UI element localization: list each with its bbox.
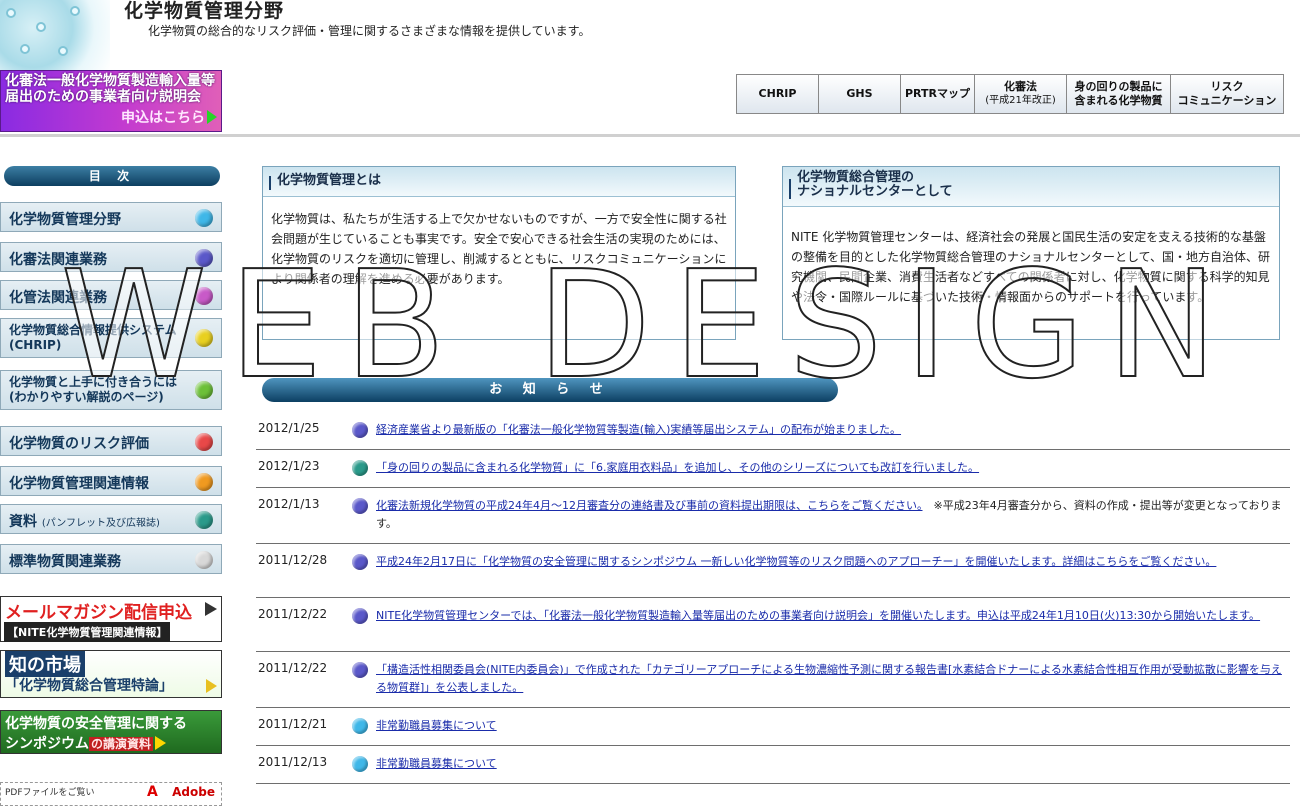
about-box: 化学物質管理とは 化学物質は、私たちが生活する上で欠かせないものですが、一方で安… — [262, 166, 736, 340]
news-item: 2011/12/13 非常勤職員募集について — [256, 752, 1290, 784]
news-item: 2012/1/23 「身の回りの製品に含まれる化学物質」に「6.家庭用衣料品」を追… — [256, 456, 1290, 488]
news-link[interactable]: 非常勤職員募集について — [376, 757, 497, 770]
ball-icon — [195, 551, 213, 569]
sidebar-item-kashinho[interactable]: 化審法関連業務 — [0, 242, 222, 272]
news-date: 2012/1/25 — [258, 421, 320, 435]
news-header: お 知 ら せ — [262, 378, 838, 402]
tab-risk-communication[interactable]: リスク コミュニケーション — [1171, 75, 1283, 113]
symposium-banner[interactable]: 化学物質の安全管理に関する シンポジウム の講演資料 — [0, 710, 222, 754]
news-link[interactable]: 非常勤職員募集について — [376, 719, 497, 732]
news-item: 2012/1/13 化審法新規化学物質の平成24年4月～12月審査分の連絡書及び事… — [256, 494, 1290, 544]
ball-icon — [195, 433, 213, 451]
sidebar-item-related-info[interactable]: 化学物質管理関連情報 — [0, 466, 222, 496]
play-arrow-icon — [207, 110, 217, 124]
about-heading: 化学物質管理とは — [277, 173, 382, 188]
tab-ghs[interactable]: GHS — [819, 75, 901, 113]
news-link[interactable]: 平成24年2月17日に「化学物質の安全管理に関するシンポジウム 一新しい化学物質… — [376, 555, 1216, 568]
ball-icon — [195, 473, 213, 491]
sidebar-item-chrip[interactable]: 化学物質総合情報提供システム (CHRIP) — [0, 318, 222, 358]
ball-icon — [352, 662, 368, 678]
news-link[interactable]: 経済産業省より最新版の「化審法一般化学物質等製造(輸入)実績等届出システム」の配… — [376, 423, 901, 436]
pdf-reader-note[interactable]: PDFファイルをご覧い A Adobe — [0, 782, 222, 806]
sidebar-item-reference-materials[interactable]: 標準物質関連業務 — [0, 544, 222, 574]
page-title: 化学物質管理分野 — [124, 0, 285, 22]
event-banner[interactable]: 化審法一般化学物質製造輸入量等 届出のための事業者向け説明会 申込はこちら — [0, 70, 222, 132]
news-item: 2011/12/28 平成24年2月17日に「化学物質の安全管理に関するシンポジウ… — [256, 550, 1290, 598]
play-arrow-icon — [205, 602, 217, 616]
news-link[interactable]: 「身の回りの製品に含まれる化学物質」に「6.家庭用衣料品」を追加し、その他のシリ… — [376, 461, 979, 474]
top-navigation: CHRIP GHS PRTRマップ 化審法 (平成21年改正) 身の回りの製品に含… — [736, 74, 1284, 114]
event-apply-link[interactable]: 申込はこちら — [121, 107, 217, 127]
ball-icon — [352, 498, 368, 514]
play-arrow-icon — [206, 679, 217, 693]
news-date: 2011/12/13 — [258, 755, 328, 769]
news-item: 2011/12/22 「構造活性相関委員会(NITE内委員会)」で作成された「カテ… — [256, 658, 1290, 708]
play-arrow-icon — [155, 736, 167, 750]
ball-icon — [352, 608, 368, 624]
nite-heading: 化学物質総合管理の ナショナルセンターとして — [797, 170, 953, 199]
mail-magazine-banner[interactable]: メールマガジン配信申込 【NITE化学物質管理関連情報】 — [0, 596, 222, 642]
news-item: 2011/12/22 NITE化学物質管理センターでは、「化審法一般化学物質製造輸… — [256, 604, 1290, 652]
sidebar-item-chemical-management[interactable]: 化学物質管理分野 — [0, 202, 222, 232]
news-date: 2011/12/22 — [258, 607, 328, 621]
adobe-icon: A — [147, 784, 158, 800]
tab-household-products[interactable]: 身の回りの製品に 含まれる化学物質 — [1067, 75, 1171, 113]
event-banner-line2: 届出のための事業者向け説明会 — [5, 89, 201, 105]
ball-icon — [195, 209, 213, 227]
sidebar-item-materials[interactable]: 資料 (パンフレット及び広報誌) — [0, 504, 222, 534]
ball-icon — [352, 756, 368, 772]
site-header: 化学物質管理分野 化学物質の総合的なリスク評価・管理に関するさまざまな情報を提供… — [0, 0, 1300, 137]
tab-prtr-map[interactable]: PRTRマップ — [901, 75, 975, 113]
news-item: 2012/1/25 経済産業省より最新版の「化審法一般化学物質等製造(輸入)実績等… — [256, 418, 1290, 450]
sidebar-item-easy-guide[interactable]: 化学物質と上手に付き合うには (わかりやすい解説のページ) — [0, 370, 222, 410]
news-link[interactable]: 「構造活性相関委員会(NITE内委員会)」で作成された「カテゴリーアプローチによ… — [376, 663, 1282, 694]
ball-icon — [352, 422, 368, 438]
about-body: 化学物質は、私たちが生活する上で欠かせないものですが、一方で安全性に関する社会問… — [271, 212, 727, 286]
knowledge-market-banner[interactable]: 知の市場 「化学物質総合管理特論」 — [0, 650, 222, 698]
ball-icon — [195, 381, 213, 399]
event-banner-line1: 化審法一般化学物質製造輸入量等 — [5, 73, 215, 89]
ball-icon — [195, 329, 213, 347]
sidebar-item-kakanho[interactable]: 化管法関連業務 — [0, 280, 222, 310]
ball-icon — [195, 249, 213, 267]
sidebar-item-risk-assessment[interactable]: 化学物質のリスク評価 — [0, 426, 222, 456]
tab-chrip[interactable]: CHRIP — [737, 75, 819, 113]
adobe-logo: Adobe — [172, 785, 215, 799]
header-divider — [0, 134, 1300, 137]
news-date: 2012/1/13 — [258, 497, 320, 511]
news-link[interactable]: NITE化学物質管理センターでは、「化審法一般化学物質製造輸入量等届出のための事… — [376, 609, 1260, 622]
ball-icon — [195, 511, 213, 529]
news-date: 2011/12/28 — [258, 553, 328, 567]
toc-title: 目 次 — [4, 166, 220, 186]
page-subtitle: 化学物質の総合的なリスク評価・管理に関するさまざまな情報を提供しています。 — [148, 24, 591, 38]
news-date: 2011/12/22 — [258, 661, 328, 675]
ball-icon — [195, 287, 213, 305]
nite-body: NITE 化学物質管理センターは、経済社会の発展と国民生活の安定を支える技術的な… — [791, 230, 1271, 304]
news-date: 2011/12/21 — [258, 717, 328, 731]
news-item: 2011/12/21 非常勤職員募集について — [256, 714, 1290, 746]
news-link[interactable]: 化審法新規化学物質の平成24年4月～12月審査分の連絡書及び事前の資料提出期限は… — [376, 499, 923, 512]
ball-icon — [352, 460, 368, 476]
ball-icon — [352, 554, 368, 570]
tab-kashinho[interactable]: 化審法 (平成21年改正) — [975, 75, 1067, 113]
nite-box: 化学物質総合管理の ナショナルセンターとして NITE 化学物質管理センターは、経… — [782, 166, 1280, 340]
news-date: 2012/1/23 — [258, 459, 320, 473]
molecule-logo-icon — [0, 0, 110, 70]
ball-icon — [352, 718, 368, 734]
